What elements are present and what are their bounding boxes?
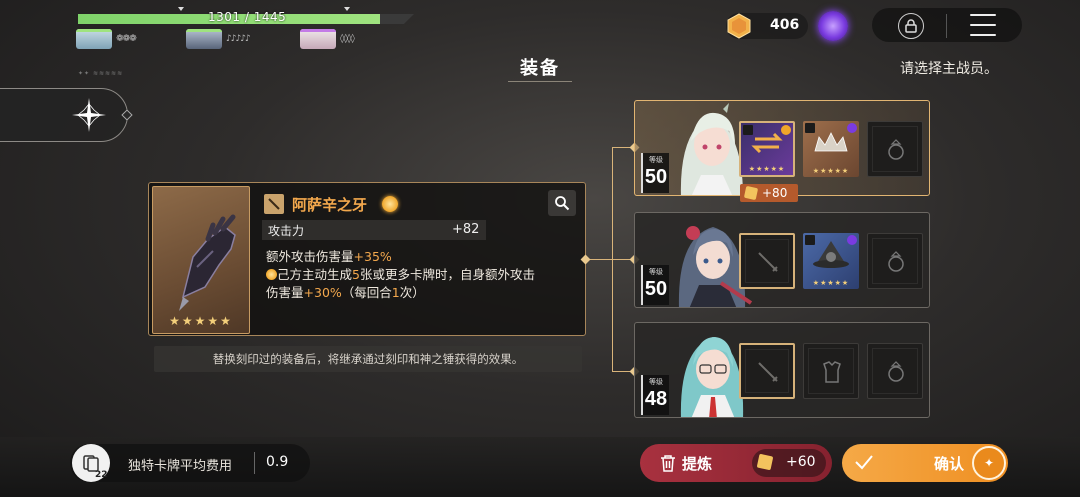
- checkmark-icon: [855, 455, 873, 470]
- gauntlet-icon: [179, 214, 236, 311]
- top-right-controls: [872, 8, 1022, 42]
- team-member-chip-1[interactable]: ❁❁❁: [76, 29, 137, 49]
- desc-text: 额外攻击伤害量: [266, 249, 354, 264]
- gem-icon: [743, 185, 759, 201]
- refine-value-tag: +80: [740, 184, 798, 202]
- slot-stars: ★★★★★: [812, 167, 850, 175]
- level-number: 50: [644, 166, 668, 188]
- desc-text: （每回合: [341, 285, 392, 300]
- weapon-slot[interactable]: [739, 343, 795, 399]
- member-pips-icon: ❁❁❁: [116, 34, 137, 44]
- sun-badge-icon: [781, 125, 791, 135]
- select-hint: 请选择主战员。: [900, 61, 998, 77]
- member-portrait-1: [76, 29, 112, 49]
- divider: [946, 14, 947, 38]
- member-pips-icon: ◊◊◊◊: [340, 34, 355, 44]
- weapon-slot[interactable]: ★★★★★: [739, 121, 795, 177]
- desc-highlight: +30%: [303, 285, 342, 300]
- hp-marker-icon: [178, 7, 184, 11]
- crystal-currency-icon: [727, 13, 751, 39]
- party-hp-text: 1301 / 1445: [208, 10, 287, 24]
- member-portrait-3: [300, 29, 336, 49]
- character-row-3[interactable]: 等级 48: [634, 322, 930, 418]
- item-name: 阿萨辛之牙: [292, 196, 368, 214]
- confirm-star-icon: ✦: [972, 446, 1006, 480]
- lock-button[interactable]: [898, 13, 924, 39]
- plus-value: +80: [762, 186, 788, 200]
- purple-orb-icon[interactable]: [818, 11, 848, 41]
- desc-text: 伤害量: [266, 285, 304, 300]
- ring-icon: [888, 361, 904, 382]
- armor-slot[interactable]: ★★★★★: [803, 233, 859, 289]
- weapon-slot[interactable]: [739, 233, 795, 289]
- level-tag: 等级: [649, 268, 663, 276]
- purple-badge-icon: [847, 235, 857, 245]
- slot-stars: ★★★★★: [812, 279, 850, 287]
- level-number: 50: [644, 278, 668, 300]
- armor-type-icon: [805, 123, 815, 133]
- deck-cost-value: 0.9: [266, 454, 289, 470]
- title-underline: [508, 81, 572, 85]
- deck-cost-label: 独特卡牌平均费用: [128, 459, 233, 474]
- member-portrait-2: [186, 29, 222, 49]
- level-badge: 等级 48: [641, 375, 669, 415]
- coin-icon: [266, 269, 277, 280]
- item-artwork: [152, 186, 250, 334]
- dagger-type-icon: [743, 125, 753, 135]
- refine-cost: +60: [786, 454, 816, 470]
- sun-badge-icon: [382, 196, 398, 212]
- desc-highlight: +35%: [353, 249, 392, 264]
- refine-label: 提炼: [682, 455, 713, 473]
- team-member-chip-2[interactable]: ♪♪♪♪♪: [186, 29, 251, 49]
- hp-marker-icon: [344, 7, 350, 11]
- divider: [254, 452, 255, 474]
- left-side-tab[interactable]: [0, 88, 128, 142]
- member-pips-icon: ♪♪♪♪♪: [226, 34, 251, 44]
- deck-count: 22: [95, 470, 108, 480]
- level-tag: 等级: [649, 378, 663, 386]
- stat-value: +82: [452, 222, 480, 237]
- level-number: 48: [644, 388, 668, 410]
- armor-type-icon: [805, 235, 815, 245]
- confirm-label: 确认: [934, 455, 965, 473]
- armor-icon: [823, 361, 841, 383]
- magnify-button[interactable]: [548, 190, 576, 216]
- level-badge: 等级 50: [641, 153, 669, 193]
- desc-text: 己方主动生成: [277, 267, 353, 282]
- item-description: 额外攻击伤害量+35% 己方主动生成5张或更多卡牌时，自身额外攻击 伤害量+30…: [266, 248, 576, 302]
- menu-button[interactable]: [970, 14, 996, 36]
- character-row-2[interactable]: 等级 50 ★★★★★: [634, 212, 930, 308]
- armor-slot[interactable]: [803, 343, 859, 399]
- accessory-slot[interactable]: [867, 343, 923, 399]
- desc-text: 张或更多卡牌时，自身额外攻击: [359, 267, 535, 282]
- slot-stars: ★★★★★: [748, 165, 786, 173]
- stat-label: 攻击力: [268, 224, 305, 238]
- trash-icon: [661, 455, 675, 472]
- inherit-notice: 替换刻印过的装备后，将继承通过刻印和神之锤获得的效果。: [154, 346, 582, 372]
- armor-slot[interactable]: ★★★★★: [803, 121, 859, 177]
- level-tag: 等级: [649, 156, 663, 164]
- purple-badge-icon: [847, 123, 857, 133]
- tiny-caption: ✦✦ ≋≋≋≋≋: [78, 70, 124, 77]
- ring-icon: [888, 251, 904, 272]
- sword-icon: [758, 252, 778, 272]
- currency-value: 406: [770, 17, 800, 33]
- accessory-slot[interactable]: [867, 233, 923, 289]
- desc-highlight: 5: [352, 267, 360, 282]
- character-row-1[interactable]: 等级 50 ★★★★★ ★★★★★: [634, 100, 930, 196]
- sparkle-icon: [72, 98, 106, 132]
- lock-icon: [905, 19, 917, 33]
- sword-icon: [758, 362, 778, 382]
- desc-text: 次）: [399, 285, 425, 300]
- gem-icon: [756, 453, 774, 471]
- accessory-slot[interactable]: [867, 121, 923, 177]
- item-stars: ★★★★★: [169, 314, 233, 328]
- desc-highlight: 1: [391, 285, 400, 300]
- ring-icon: [888, 139, 904, 160]
- dagger-type-icon: [264, 194, 284, 214]
- team-member-chip-3[interactable]: ◊◊◊◊: [300, 29, 355, 49]
- level-badge: 等级 50: [641, 265, 669, 305]
- search-icon: [555, 196, 570, 211]
